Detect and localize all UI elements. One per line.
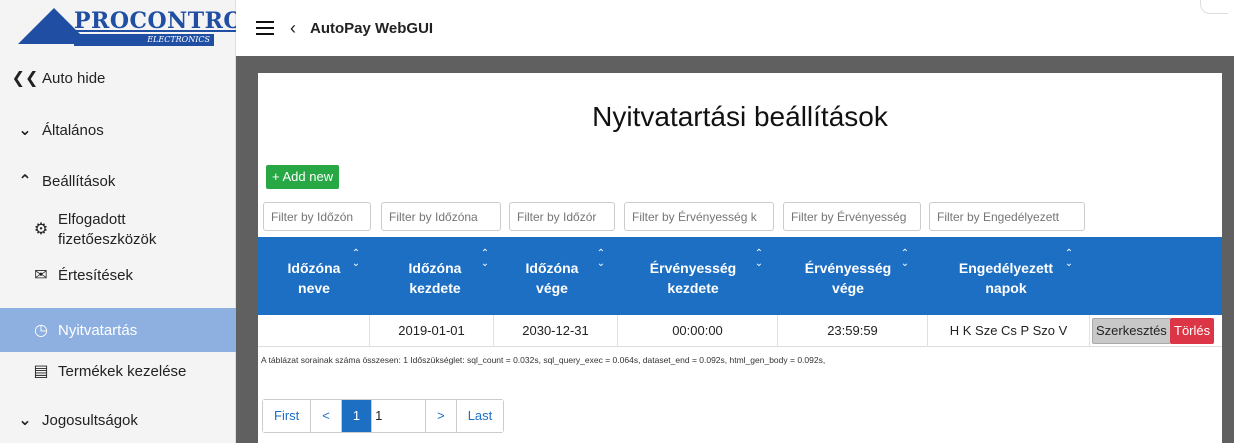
sidebar-item-beallitasok[interactable]: ⌃ Beállítások <box>0 165 236 197</box>
main-card: Nyitvatartási beállítások + Add new Időz… <box>258 73 1222 443</box>
filter-idozona-kezdete[interactable] <box>381 202 501 231</box>
filter-engedelyezett-napok[interactable] <box>929 202 1085 231</box>
pagination-last[interactable]: Last <box>456 400 504 432</box>
column-header-idozona-kezdete[interactable]: Időzóna kezdete <box>376 259 494 298</box>
clock-icon: ◷ <box>34 322 48 339</box>
gear-icon: ⚙ <box>33 221 49 239</box>
edit-button[interactable]: Szerkesztés <box>1092 318 1171 344</box>
table-header: Időzóna neve ⌃ ⌄ Időzóna kezdete ⌃ ⌄ Időzó… <box>258 237 1222 315</box>
app-title: AutoPay WebGUI <box>310 19 434 37</box>
sidebar-item-altalanos[interactable]: ⌄ Általános <box>0 114 236 146</box>
sidebar-item-label: Nyitvatartás <box>58 321 138 339</box>
pagination-prev[interactable]: < <box>311 400 342 432</box>
table-row: 2019-01-01 2030-12-31 00:00:00 23:59:59 … <box>258 315 1222 347</box>
sidebar-item-ertesitesek[interactable]: ✉ Értesítések <box>0 259 236 291</box>
filter-ervenyesseg-kezdete[interactable] <box>624 202 774 231</box>
sort-icon[interactable]: ⌃ ⌄ <box>480 249 490 269</box>
filter-idozona-neve[interactable] <box>263 202 371 231</box>
document-icon: ▤ <box>33 363 49 380</box>
top-bar: ‹ AutoPay WebGUI <box>236 0 1234 56</box>
sort-icon[interactable]: ⌃ ⌄ <box>596 249 606 269</box>
sidebar-item-auto-hide[interactable]: ❮❮ Auto hide <box>0 62 236 94</box>
sort-icon[interactable]: ⌃ ⌄ <box>351 249 361 269</box>
column-header-idozona-vege[interactable]: Időzóna vége <box>496 259 608 298</box>
sidebar: PROCONTROL ELECTRONICS ❮❮ Auto hide ⌄ Ál… <box>0 0 259 443</box>
cell-ervenyesseg-vege: 23:59:59 <box>778 315 928 347</box>
sidebar-item-label: Beállítások <box>42 172 116 190</box>
sidebar-item-label: Auto hide <box>42 69 106 87</box>
chevron-up-icon: ⌃ <box>18 173 32 190</box>
filter-ervenyesseg-vege[interactable] <box>783 202 921 231</box>
cell-idozona-neve <box>258 315 370 347</box>
procontrol-logo: PROCONTROL ELECTRONICS <box>18 4 259 48</box>
sort-icon[interactable]: ⌃ ⌄ <box>754 249 764 269</box>
sidebar-item-elfogadott-fizetoeszkozok[interactable]: ⚙ Elfogadott fizetőeszközök <box>0 202 236 258</box>
chevron-down-icon: ⌄ <box>18 412 32 429</box>
sidebar-item-label: Értesítések <box>58 266 134 284</box>
sidebar-item-label: Elfogadott fizetőeszközök <box>58 210 157 248</box>
sort-icon[interactable]: ⌃ ⌄ <box>1064 249 1074 269</box>
sidebar-item-nyitvatartas[interactable]: ◷ Nyitvatartás <box>0 308 236 352</box>
sidebar-item-label: Jogosultságok <box>42 411 138 429</box>
page-number-input[interactable]: 1 <box>372 400 427 432</box>
filter-idozona-vege[interactable] <box>509 202 615 231</box>
cell-engedelyezett-napok: H K Sze Cs P Szo V <box>928 315 1090 347</box>
hamburger-menu-icon[interactable] <box>256 21 274 35</box>
delete-button[interactable]: Törlés <box>1170 318 1215 344</box>
column-header-ervenyesseg-kezdete[interactable]: Érvényesség kezdete <box>618 259 768 298</box>
column-header-engedelyezett-napok[interactable]: Engedélyezett napok <box>926 259 1086 298</box>
logo-subtitle: ELECTRONICS <box>74 34 214 46</box>
sidebar-item-jogosultsagok[interactable]: ⌄ Jogosultságok <box>0 404 236 436</box>
pagination: First < 1 1 > Last <box>262 399 505 433</box>
logo-name: PROCONTROL <box>74 8 260 34</box>
sort-icon[interactable]: ⌃ ⌄ <box>900 249 910 269</box>
back-chevron-icon[interactable]: ‹ <box>290 18 296 39</box>
table-summary-note: A táblázat sorainak száma összesen: 1 Id… <box>261 355 826 365</box>
corner-decoration <box>1200 0 1228 14</box>
chevron-down-icon: ⌄ <box>18 122 32 139</box>
pagination-first[interactable]: First <box>263 400 312 432</box>
double-chevron-left-icon: ❮❮ <box>11 70 39 87</box>
sidebar-item-label: Általános <box>42 121 104 139</box>
cell-idozona-kezdete: 2019-01-01 <box>370 315 494 347</box>
sidebar-item-termekek-kezelese[interactable]: ▤ Termékek kezelése <box>0 355 236 387</box>
cell-idozona-vege: 2030-12-31 <box>494 315 618 347</box>
sidebar-item-label: Termékek kezelése <box>58 362 187 380</box>
pagination-current-page[interactable]: 1 <box>341 400 373 432</box>
add-new-button[interactable]: + Add new <box>266 165 340 189</box>
page-title: Nyitvatartási beállítások <box>592 101 888 132</box>
pagination-next[interactable]: > <box>426 400 457 432</box>
envelope-icon: ✉ <box>34 267 48 284</box>
cell-ervenyesseg-kezdete: 00:00:00 <box>618 315 778 347</box>
